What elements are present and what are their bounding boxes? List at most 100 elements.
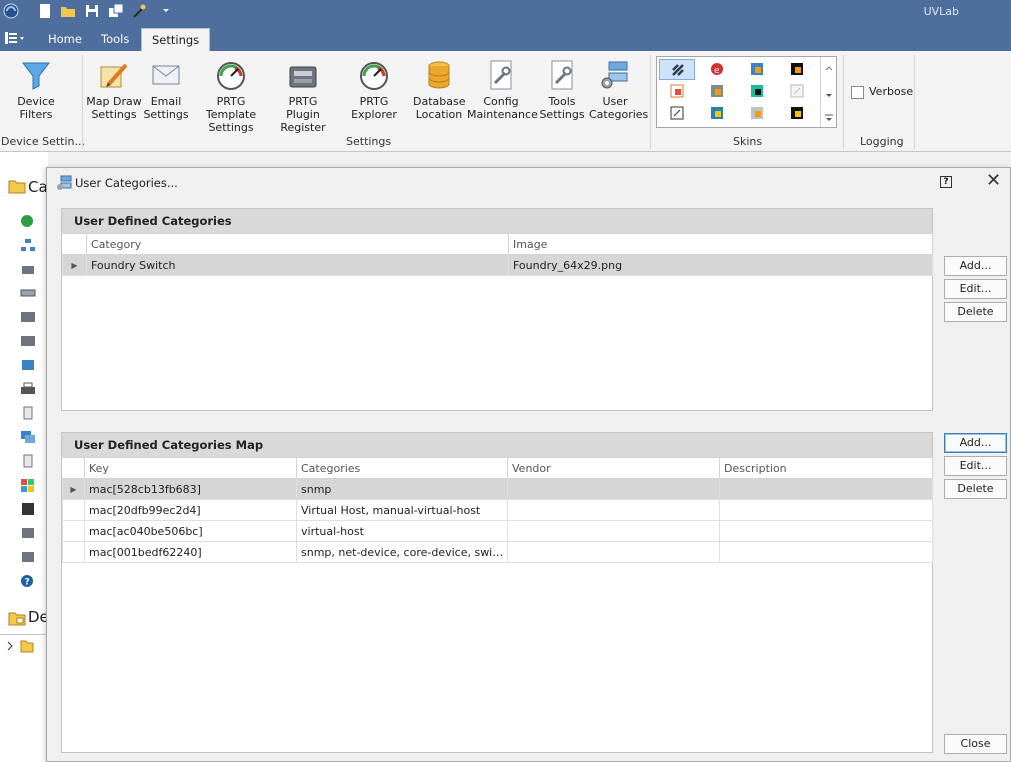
map-edit-button[interactable]: Edit... [944, 456, 1007, 476]
cell-key[interactable]: mac[ac040be506bc] [84, 520, 297, 542]
save-icon[interactable] [84, 3, 100, 19]
prtg-explorer-button[interactable]: PRTG Explorer [337, 59, 411, 121]
save-all-icon[interactable] [108, 3, 124, 19]
network-icon[interactable] [20, 238, 36, 252]
cell-category[interactable]: Foundry Switch [86, 254, 509, 276]
table-row[interactable]: ▶ Foundry Switch Foundry_64x29.png [62, 254, 933, 276]
cell-vendor[interactable] [507, 478, 720, 500]
verbose-checkbox-box[interactable] [851, 85, 864, 99]
column-header-key[interactable]: Key [84, 457, 297, 479]
new-file-icon[interactable] [37, 3, 53, 19]
tab-settings[interactable]: Settings [141, 28, 211, 51]
map-draw-settings-button[interactable]: Map Draw Settings [86, 59, 142, 121]
column-header-description[interactable]: Description [719, 457, 933, 479]
prtg-template-settings-button[interactable]: PRTG Template Settings [192, 59, 270, 134]
column-header-category[interactable]: Category [86, 233, 509, 255]
open-folder-icon[interactable] [60, 3, 76, 19]
cell-vendor[interactable] [507, 520, 720, 542]
tab-tools[interactable]: Tools [91, 28, 139, 51]
device-filters-button[interactable]: Device Filters [6, 59, 66, 121]
cell-key[interactable]: mac[528cb13fb683] [84, 478, 297, 500]
router-icon[interactable] [20, 286, 36, 300]
tools-settings-button[interactable]: Tools Settings [538, 59, 586, 121]
skin-option[interactable]: e [699, 59, 735, 80]
tab-home[interactable]: Home [38, 28, 92, 51]
ip-device-icon[interactable] [20, 550, 36, 564]
cell-categories[interactable]: virtual-host [296, 520, 508, 542]
map-delete-button[interactable]: Delete [944, 479, 1007, 499]
close-button[interactable]: Close [944, 734, 1007, 754]
database-location-button[interactable]: Database Location [413, 59, 466, 121]
globe-icon[interactable] [20, 214, 36, 228]
cell-categories[interactable]: snmp, net-device, core-device, switch, .… [296, 541, 508, 563]
cell-description[interactable] [719, 478, 933, 500]
cell-description[interactable] [719, 499, 933, 521]
skin-option[interactable] [659, 103, 695, 124]
user-categories-button[interactable]: User Categories [589, 59, 648, 121]
cell-description[interactable] [719, 520, 933, 542]
switch-icon[interactable] [20, 310, 36, 324]
app-icon[interactable] [20, 502, 36, 516]
row-indicator [62, 541, 85, 563]
expand-arrow-icon[interactable] [6, 641, 14, 654]
prtg-plugin-register-label: PRTG Plugin Register [280, 95, 326, 134]
phone-icon[interactable] [20, 358, 36, 372]
switch-icon[interactable] [20, 334, 36, 348]
categories-add-button[interactable]: Add... [944, 256, 1007, 276]
table-row[interactable]: mac[001bedf62240] snmp, net-device, core… [62, 541, 933, 563]
cell-categories[interactable]: Virtual Host, manual-virtual-host [296, 499, 508, 521]
access-point-icon[interactable] [20, 262, 36, 276]
database-location-label: Database Location [413, 95, 466, 121]
categories-edit-button[interactable]: Edit... [944, 279, 1007, 299]
skins-gallery-scrollbar[interactable] [820, 57, 836, 127]
table-row[interactable]: mac[ac040be506bc] virtual-host [62, 520, 933, 542]
app-logo-icon[interactable] [3, 3, 19, 19]
help-icon[interactable]: ? [20, 574, 36, 588]
gauge-icon [358, 59, 390, 91]
skin-option[interactable] [699, 81, 735, 102]
column-header-categories[interactable]: Categories [296, 457, 508, 479]
prtg-plugin-register-button[interactable]: PRTG Plugin Register [272, 59, 334, 134]
cell-key[interactable]: mac[001bedf62240] [84, 541, 297, 563]
windows-icon[interactable] [20, 478, 36, 492]
skin-option[interactable] [659, 59, 695, 80]
skin-option[interactable] [699, 103, 735, 124]
map-add-button[interactable]: Add... [944, 433, 1007, 453]
column-header-image[interactable]: Image [508, 233, 933, 255]
skin-option[interactable] [779, 103, 815, 124]
cell-vendor[interactable] [507, 499, 720, 521]
email-settings-button[interactable]: Email Settings [143, 59, 189, 121]
printer-icon[interactable] [20, 382, 36, 396]
skin-option[interactable] [659, 81, 695, 102]
skin-option[interactable] [739, 81, 775, 102]
skin-option[interactable] [739, 103, 775, 124]
table-row[interactable]: mac[20dfb99ec2d4] Virtual Host, manual-v… [62, 499, 933, 521]
cell-vendor[interactable] [507, 541, 720, 563]
skin-option[interactable] [779, 59, 815, 80]
column-header-vendor[interactable]: Vendor [507, 457, 720, 479]
categories-header-partial: Ca [28, 178, 48, 196]
user-categories-label: User Categories [589, 95, 649, 121]
svg-text:?: ? [25, 578, 30, 588]
device-icon[interactable] [20, 454, 36, 468]
cell-image[interactable]: Foundry_64x29.png [508, 254, 933, 276]
group-separator [843, 55, 844, 149]
device-icon[interactable] [20, 406, 36, 420]
cell-key[interactable]: mac[20dfb99ec2d4] [84, 499, 297, 521]
wizard-icon[interactable] [131, 3, 147, 19]
skin-option[interactable] [779, 81, 815, 102]
ip-device-icon[interactable] [20, 526, 36, 540]
cell-categories[interactable]: snmp [296, 478, 508, 500]
skin-option[interactable] [739, 59, 775, 80]
config-maintenance-button[interactable]: Config Maintenance [467, 59, 538, 121]
help-button-icon[interactable]: ? [940, 176, 952, 188]
app-menu-icon[interactable] [4, 31, 26, 45]
windows-stack-icon[interactable] [20, 430, 36, 444]
database-icon [423, 59, 455, 91]
categories-delete-button[interactable]: Delete [944, 302, 1007, 322]
table-row[interactable]: ▶ mac[528cb13fb683] snmp [62, 478, 933, 500]
quick-access-dropdown-icon[interactable] [160, 4, 176, 20]
cell-description[interactable] [719, 541, 933, 563]
close-icon[interactable]: ✕ [986, 172, 1001, 190]
verbose-checkbox[interactable]: Verbose [851, 85, 913, 99]
